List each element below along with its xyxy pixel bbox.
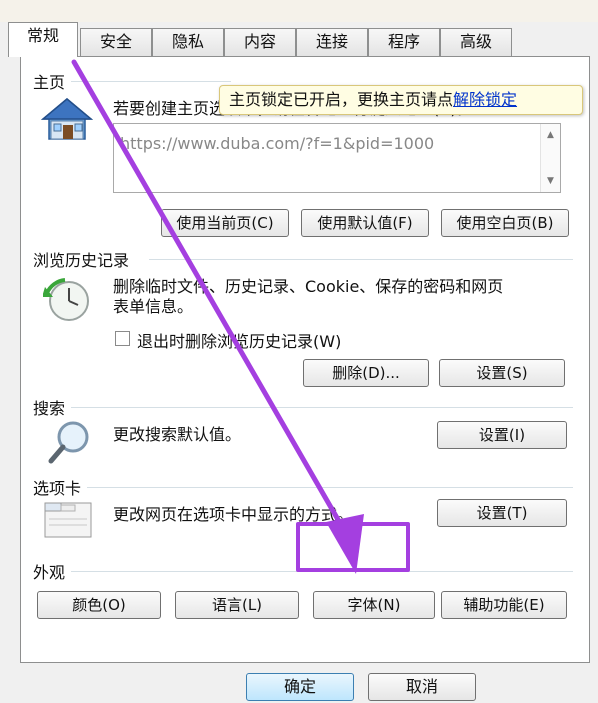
history-description-line2: 表单信息。: [113, 297, 194, 316]
search-description: 更改搜索默认值。: [113, 425, 242, 444]
homepage-url-text: https://www.duba.com/?f=1&pid=1000: [120, 134, 435, 153]
unlock-link[interactable]: 解除锁定: [453, 90, 517, 109]
delete-history-button[interactable]: 删除(D)...: [303, 359, 429, 387]
title-strip: [0, 0, 598, 22]
history-heading: 浏览历史记录: [33, 251, 130, 270]
scroll-down-icon[interactable]: ▼: [547, 176, 554, 186]
tabs-section-heading: 选项卡: [33, 479, 82, 498]
tab-advanced[interactable]: 高级: [440, 28, 512, 56]
cancel-button[interactable]: 取消: [368, 673, 476, 701]
homepage-url-box[interactable]: https://www.duba.com/?f=1&pid=1000 ▲ ▼: [113, 123, 561, 193]
tab-security[interactable]: 安全: [80, 28, 152, 56]
delete-on-exit-label[interactable]: 退出时删除浏览历史记录(W): [137, 328, 341, 352]
accessibility-button[interactable]: 辅助功能(E): [441, 591, 567, 619]
languages-button[interactable]: 语言(L): [175, 591, 299, 619]
homepage-rule: [71, 81, 231, 82]
delete-on-exit-checkbox[interactable]: [115, 331, 130, 346]
tabs-section-rule: [87, 487, 573, 488]
search-settings-button[interactable]: 设置(I): [437, 421, 567, 449]
use-current-button[interactable]: 使用当前页(C): [161, 209, 289, 237]
homepage-lock-tooltip: 主页锁定已开启，更换主页请点解除锁定: [219, 85, 583, 115]
homepage-heading: 主页: [33, 73, 66, 92]
ok-button[interactable]: 确定: [246, 673, 354, 701]
fonts-button-highlight: [296, 522, 410, 572]
tab-general[interactable]: 常规: [8, 22, 78, 57]
history-rule: [149, 259, 573, 260]
history-settings-button[interactable]: 设置(S): [439, 359, 565, 387]
tabs-settings-button[interactable]: 设置(T): [437, 499, 567, 527]
search-rule: [71, 407, 573, 408]
history-clock-icon: [43, 278, 89, 321]
home-icon: [41, 98, 93, 140]
tooltip-text: 主页锁定已开启，更换主页请点: [229, 90, 454, 109]
history-description-line1: 删除临时文件、历史记录、Cookie、保存的密码和网页: [113, 277, 504, 296]
scroll-up-icon[interactable]: ▲: [547, 130, 554, 140]
tab-privacy[interactable]: 隐私: [152, 28, 224, 56]
tab-connections[interactable]: 连接: [296, 28, 368, 56]
colors-button[interactable]: 颜色(O): [37, 591, 161, 619]
tab-content[interactable]: 内容: [224, 28, 296, 56]
tabs-window-icon: [44, 502, 92, 538]
url-scrollbar[interactable]: ▲ ▼: [540, 124, 560, 192]
tab-programs[interactable]: 程序: [368, 28, 440, 56]
fonts-button[interactable]: 字体(N): [313, 591, 435, 619]
use-blank-button[interactable]: 使用空白页(B): [441, 209, 569, 237]
use-default-button[interactable]: 使用默认值(F): [301, 209, 429, 237]
appearance-heading: 外观: [33, 563, 66, 582]
search-magnifier-icon: [48, 421, 89, 464]
search-heading: 搜索: [33, 399, 66, 418]
